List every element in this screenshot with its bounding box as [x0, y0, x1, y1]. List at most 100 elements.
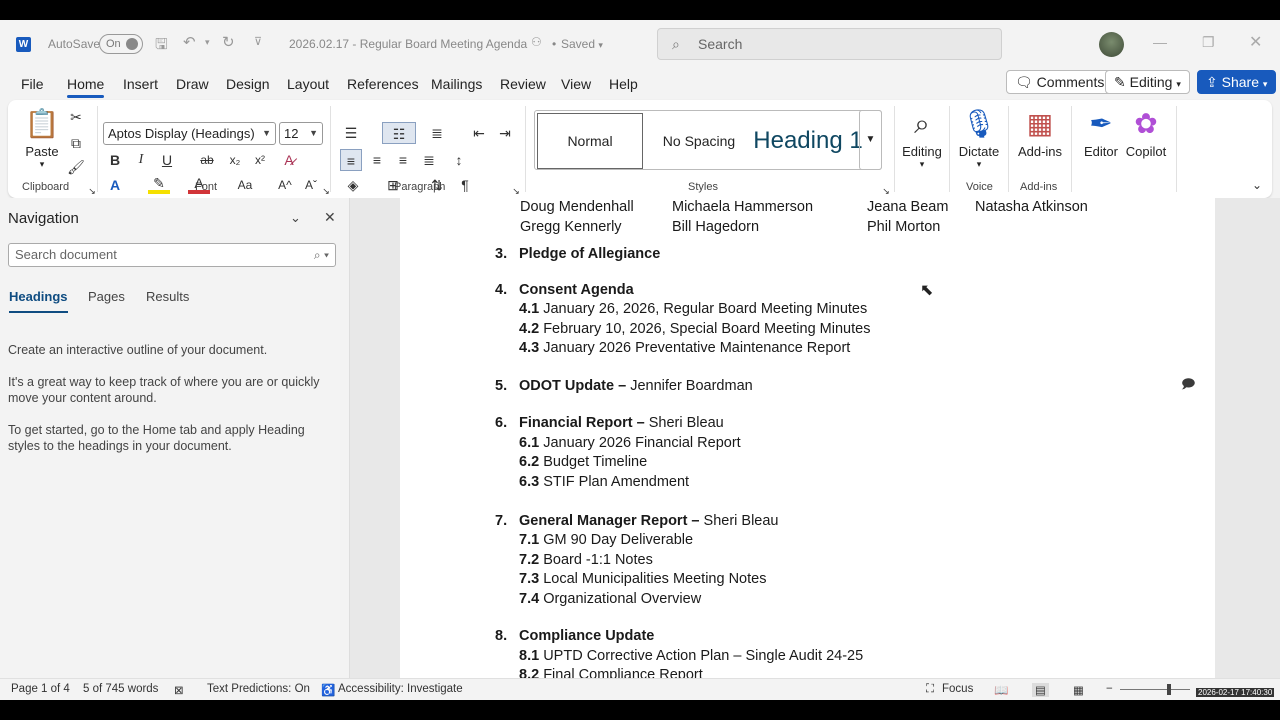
justify-icon[interactable]: ≣	[418, 149, 440, 171]
tab-design[interactable]: Design	[226, 76, 270, 92]
font-size-select[interactable]: 12 ▼	[279, 122, 323, 145]
style-no-spacing[interactable]: No Spacing	[645, 113, 753, 169]
clear-formatting-icon[interactable]: A̷	[278, 149, 300, 171]
word-count[interactable]: 5 of 745 words	[83, 683, 158, 695]
addins-button[interactable]: ▦ Add-ins	[1016, 104, 1064, 159]
share-button[interactable]: ⇪ Share ▾	[1197, 70, 1277, 94]
document-page[interactable]: Doug Mendenhall Michaela Hammerson Jeana…	[400, 198, 1215, 678]
search-input[interactable]: ⌕ Search	[657, 28, 1002, 60]
zoom-out-icon[interactable]: −	[1106, 683, 1113, 695]
timestamp-overlay: 2026-02-17 17:40:30	[1196, 688, 1275, 697]
close-icon[interactable]: ✕	[324, 209, 336, 226]
multilevel-list-icon[interactable]: ≣	[426, 122, 448, 144]
ribbon: 📋 Paste ▾ ✂ ⧉ 🖌 Clipboard ↘ Aptos Displa…	[8, 100, 1272, 198]
sub-item-text: Local Municipalities Meeting Notes	[543, 571, 767, 587]
nav-search-input[interactable]: Search document ⌕ ▾	[8, 243, 336, 267]
tab-help[interactable]: Help	[609, 76, 638, 92]
editing-mode-button[interactable]: ✎ Editing ▾	[1105, 70, 1190, 94]
accessibility-status[interactable]: Accessibility: Investigate	[338, 683, 463, 695]
comment-marker-icon[interactable]: 🗩	[1181, 375, 1195, 397]
proofing-icon[interactable]: ⊠	[174, 683, 184, 697]
document-area: Doug Mendenhall Michaela Hammerson Jeana…	[349, 198, 1280, 678]
styles-more-icon[interactable]: ▼	[859, 110, 882, 170]
align-right-icon[interactable]: ≡	[392, 149, 414, 171]
line-spacing-icon[interactable]: ↕	[448, 149, 470, 171]
editing-button[interactable]: ⌕ Editing ▾	[900, 104, 944, 170]
dictate-button[interactable]: 🎙 Dictate ▾	[956, 104, 1002, 170]
save-icon[interactable]: 🖫	[155, 34, 168, 59]
cut-icon[interactable]: ✂	[65, 106, 87, 128]
sub-item-text: Final Compliance Report	[543, 667, 703, 678]
redo-icon[interactable]: ↻	[222, 33, 235, 51]
customize-toolbar-icon[interactable]: ⊽	[254, 35, 262, 48]
nav-tab-headings[interactable]: Headings	[9, 289, 68, 313]
tab-home[interactable]: Home	[67, 76, 105, 98]
comment-icon: 🗨	[1015, 74, 1033, 90]
focus-button[interactable]: Focus	[942, 683, 973, 695]
autosave-toggle[interactable]: On	[99, 34, 143, 54]
document-title[interactable]: 2026.02.17 - Regular Board Meeting Agend…	[289, 37, 527, 51]
close-icon[interactable]: ✕	[1249, 32, 1262, 52]
minimize-icon[interactable]: —	[1153, 34, 1167, 50]
format-painter-icon[interactable]: 🖌	[65, 156, 87, 178]
restore-icon[interactable]: ❐	[1202, 34, 1215, 51]
web-layout-icon[interactable]: ▦	[1073, 683, 1084, 697]
bullets-icon[interactable]: ☰	[340, 122, 362, 144]
chevron-down-icon[interactable]: ⌄	[290, 210, 301, 226]
word-logo-icon: W	[16, 37, 31, 52]
avatar[interactable]	[1099, 32, 1124, 57]
saved-status[interactable]: Saved ▾	[561, 37, 603, 51]
zoom-slider[interactable]	[1120, 689, 1190, 690]
nav-tab-pages[interactable]: Pages	[88, 289, 125, 304]
font-name-select[interactable]: Aptos Display (Headings) ▼	[103, 122, 276, 145]
tab-mailings[interactable]: Mailings	[431, 76, 482, 92]
copy-icon[interactable]: ⧉	[65, 132, 87, 154]
editing-label: Editing	[1129, 74, 1173, 90]
show-marks-icon[interactable]: ¶	[454, 174, 476, 196]
decrease-indent-icon[interactable]: ⇤	[468, 122, 490, 144]
word-window: W AutoSave On 🖫 ↶ ▾ ↻ ⊽ 2026.02.17 - Reg…	[0, 20, 1280, 700]
undo-dropdown-icon[interactable]: ▾	[205, 37, 210, 48]
divider	[330, 106, 331, 192]
tab-view[interactable]: View	[561, 76, 591, 92]
italic-button[interactable]: I	[130, 149, 152, 171]
style-heading-1[interactable]: Heading 1	[753, 113, 863, 169]
bold-button[interactable]: B	[104, 149, 126, 171]
editor-button[interactable]: ✒ Editor	[1080, 104, 1122, 159]
strikethrough-button[interactable]: ab	[196, 149, 218, 171]
page-count[interactable]: Page 1 of 4	[11, 683, 70, 695]
tab-file[interactable]: File	[21, 76, 44, 92]
sub-item-number: 8.1	[519, 648, 540, 664]
highlight-icon[interactable]: ✎	[148, 174, 170, 194]
zoom-slider-thumb[interactable]	[1167, 684, 1171, 695]
nav-tab-results[interactable]: Results	[146, 289, 189, 304]
copilot-button[interactable]: ✿ Copilot	[1122, 104, 1170, 159]
subscript-button[interactable]: x₂	[224, 149, 246, 171]
collapse-ribbon-icon[interactable]: ⌄	[1246, 174, 1268, 196]
read-mode-icon[interactable]: 📖	[994, 683, 1008, 697]
change-case-button[interactable]: Aa	[231, 174, 259, 196]
underline-button[interactable]: U	[156, 149, 178, 171]
style-normal[interactable]: Normal	[537, 113, 643, 169]
print-layout-icon[interactable]: ▤	[1032, 683, 1049, 697]
shading-icon[interactable]: ◈	[342, 174, 364, 196]
paste-button[interactable]: 📋 Paste ▾	[22, 104, 62, 170]
numbering-icon[interactable]: ☷	[382, 122, 416, 144]
align-center-icon[interactable]: ≡	[366, 149, 388, 171]
increase-indent-icon[interactable]: ⇥	[494, 122, 516, 144]
text-predictions[interactable]: Text Predictions: On	[207, 683, 310, 695]
tab-draw[interactable]: Draw	[176, 76, 209, 92]
superscript-button[interactable]: x²	[249, 149, 271, 171]
tab-review[interactable]: Review	[500, 76, 546, 92]
align-left-icon[interactable]: ≡	[340, 149, 362, 171]
tab-layout[interactable]: Layout	[287, 76, 329, 92]
divider	[97, 106, 98, 192]
text-effects-icon[interactable]: A	[104, 174, 126, 196]
tab-references[interactable]: References	[347, 76, 419, 92]
tab-insert[interactable]: Insert	[123, 76, 158, 92]
undo-icon[interactable]: ↶	[183, 33, 196, 51]
sub-item: 4.2 February 10, 2026, Special Board Mee…	[519, 321, 870, 337]
agenda-title-bold: General Manager Report –	[519, 513, 704, 529]
grow-font-button[interactable]: A^	[274, 174, 296, 196]
comments-button[interactable]: 🗨 Comments	[1006, 70, 1114, 94]
